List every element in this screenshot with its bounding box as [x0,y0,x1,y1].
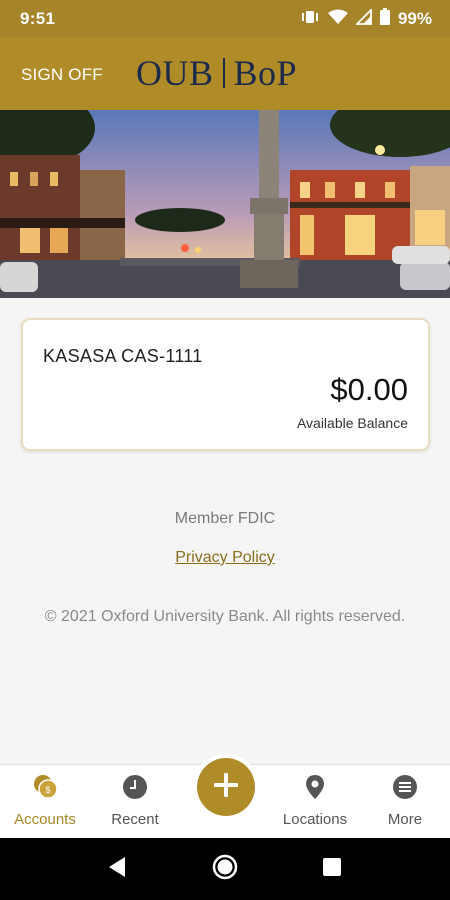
accounts-badge-text: $ [45,785,50,795]
back-triangle-icon [107,856,127,883]
coins-icon: $ [31,773,59,801]
privacy-policy-link[interactable]: Privacy Policy [0,549,450,567]
add-button[interactable] [197,758,255,816]
hero-town-square-image [0,110,450,298]
signal-icon [354,7,372,30]
nav-accounts-label: Accounts [14,811,76,828]
menu-icon [391,773,419,801]
android-nav-bar [0,838,450,900]
nav-recent[interactable]: Recent [90,765,180,839]
nav-recent-label: Recent [111,811,159,828]
copyright-text: © 2021 Oxford University Bank. All right… [44,608,406,625]
clock-icon [121,773,149,801]
nav-more-label: More [387,811,423,828]
balance-label: Available Balance [296,415,408,431]
nav-accounts[interactable]: $ Accounts [0,765,90,839]
nav-locations[interactable]: Locations [270,765,360,839]
sign-off-button[interactable]: SIGN OFF [21,65,103,85]
member-fdic-text: Member FDIC [174,510,276,527]
bank-logo: OUB BoP [136,52,297,94]
home-circle-icon [212,854,238,885]
logo-right-text: BoP [233,53,298,93]
back-button[interactable] [100,852,134,886]
account-name: KASASA CAS-1111 [43,346,203,366]
home-button[interactable] [208,852,242,886]
nav-locations-label: Locations [282,811,348,828]
logo-left-text: OUB [136,53,214,93]
plus-icon [213,772,239,803]
status-icons: 99% [300,7,432,30]
battery-icon [379,8,390,30]
wifi-icon [327,9,348,30]
nav-more[interactable]: More [360,765,450,839]
recents-button[interactable] [315,852,349,886]
status-time: 9:51 [20,9,56,28]
logo-divider [222,58,225,88]
battery-percent: 99% [397,9,432,28]
account-card[interactable]: KASASA CAS-1111 $0.00 Available Balance [21,318,430,451]
status-bar: 9:51 99% [0,0,450,38]
app-header: SIGN OFF OUB BoP [0,38,450,110]
vibrate-icon [300,9,320,30]
location-pin-icon [301,773,329,801]
account-balance: $0.00 [330,372,408,407]
recents-square-icon [321,856,343,883]
